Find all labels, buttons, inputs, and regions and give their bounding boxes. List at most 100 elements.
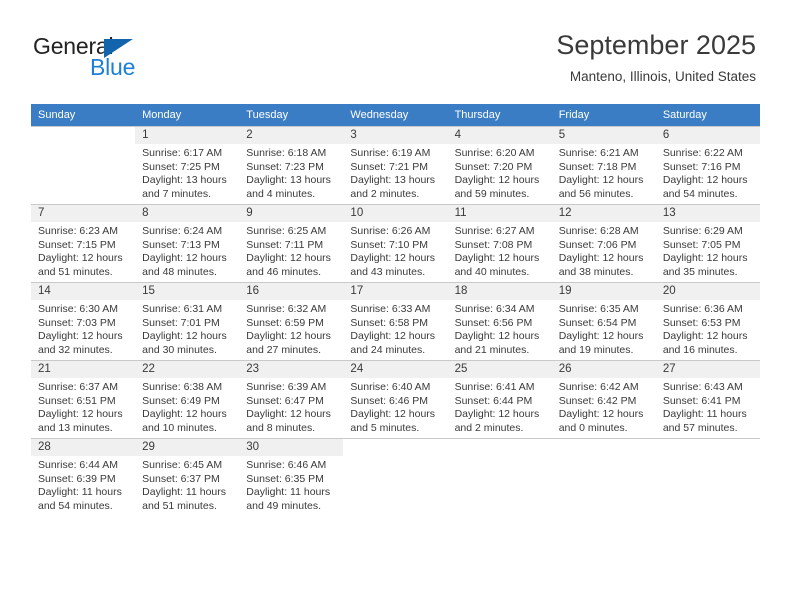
day-cell[interactable]: 20 Sunrise: 6:36 AM Sunset: 6:53 PM Dayligh… bbox=[655, 282, 760, 360]
daylight-duration-line2: and 4 minutes. bbox=[246, 187, 316, 200]
day-details: Sunrise: 6:25 AM Sunset: 7:11 PM Daylight:… bbox=[239, 222, 343, 279]
calendar-cell: 21 Sunrise: 6:37 AM Sunset: 6:51 PM Dayligh… bbox=[31, 360, 136, 438]
day-cell[interactable]: 25 Sunrise: 6:41 AM Sunset: 6:44 PM Dayligh… bbox=[447, 360, 552, 438]
day-number: 9 bbox=[239, 205, 344, 222]
day-cell[interactable]: 5 Sunrise: 6:21 AM Sunset: 7:18 PM Daylight… bbox=[551, 126, 656, 204]
daylight-duration-line2: and 16 minutes. bbox=[662, 343, 738, 356]
daylight-duration-line1: Daylight: 12 hours bbox=[454, 408, 540, 420]
daylight-duration-line2: and 54 minutes. bbox=[662, 187, 738, 200]
daylight-duration-line2: and 38 minutes. bbox=[558, 265, 634, 278]
sunset-time: Sunset: 7:20 PM bbox=[454, 160, 533, 173]
daylight-duration-line1: Daylight: 12 hours bbox=[662, 330, 748, 342]
calendar-cell: 18 Sunrise: 6:34 AM Sunset: 6:56 PM Dayligh… bbox=[447, 282, 552, 360]
weekday-header-thursday: Thursday bbox=[447, 104, 552, 126]
day-number: 21 bbox=[31, 361, 136, 378]
day-details: Sunrise: 6:29 AM Sunset: 7:05 PM Daylight:… bbox=[656, 222, 760, 279]
sunset-time: Sunset: 6:39 PM bbox=[38, 472, 116, 485]
day-number: 20 bbox=[655, 283, 760, 300]
day-cell[interactable]: 30 Sunrise: 6:46 AM Sunset: 6:35 PM Dayligh… bbox=[239, 438, 344, 516]
day-cell[interactable]: 18 Sunrise: 6:34 AM Sunset: 6:56 PM Dayligh… bbox=[447, 282, 552, 360]
day-details: Sunrise: 6:24 AM Sunset: 7:13 PM Daylight:… bbox=[135, 222, 239, 279]
day-cell[interactable]: 29 Sunrise: 6:45 AM Sunset: 6:37 PM Dayligh… bbox=[135, 438, 240, 516]
day-cell[interactable]: 11 Sunrise: 6:27 AM Sunset: 7:08 PM Dayligh… bbox=[447, 204, 552, 282]
day-cell[interactable]: 22 Sunrise: 6:38 AM Sunset: 6:49 PM Dayligh… bbox=[135, 360, 240, 438]
day-cell[interactable]: 28 Sunrise: 6:44 AM Sunset: 6:39 PM Dayligh… bbox=[31, 438, 136, 516]
day-cell[interactable]: 15 Sunrise: 6:31 AM Sunset: 7:01 PM Dayligh… bbox=[135, 282, 240, 360]
day-cell[interactable]: 3 Sunrise: 6:19 AM Sunset: 7:21 PM Daylight… bbox=[343, 126, 448, 204]
day-number: 3 bbox=[343, 127, 448, 144]
day-number: 15 bbox=[135, 283, 240, 300]
day-details: Sunrise: 6:39 AM Sunset: 6:47 PM Daylight:… bbox=[239, 378, 343, 435]
sunset-time: Sunset: 6:42 PM bbox=[558, 394, 637, 407]
day-number: 18 bbox=[447, 283, 552, 300]
day-details: Sunrise: 6:20 AM Sunset: 7:20 PM Daylight:… bbox=[448, 144, 552, 201]
daylight-duration-line2: and 8 minutes. bbox=[246, 421, 316, 434]
daylight-duration-line1: Daylight: 11 hours bbox=[662, 408, 747, 420]
daylight-duration-line2: and 13 minutes. bbox=[38, 421, 113, 434]
day-cell[interactable]: 21 Sunrise: 6:37 AM Sunset: 6:51 PM Dayligh… bbox=[31, 360, 136, 438]
daylight-duration-line2: and 56 minutes. bbox=[558, 187, 634, 200]
daylight-duration-line1: Daylight: 11 hours bbox=[38, 486, 122, 498]
day-details: Sunrise: 6:26 AM Sunset: 7:10 PM Daylight:… bbox=[343, 222, 447, 279]
daylight-duration-line1: Daylight: 12 hours bbox=[454, 330, 540, 342]
day-number: 24 bbox=[343, 361, 448, 378]
sunrise-time: Sunrise: 6:43 AM bbox=[662, 381, 743, 393]
day-number: 29 bbox=[135, 439, 240, 456]
daylight-duration-line2: and 46 minutes. bbox=[246, 265, 321, 278]
day-number: 26 bbox=[551, 361, 656, 378]
daylight-duration-line2: and 51 minutes. bbox=[38, 265, 113, 278]
daylight-duration-line1: Daylight: 12 hours bbox=[142, 330, 227, 342]
sunrise-time: Sunrise: 6:31 AM bbox=[142, 303, 223, 315]
general-blue-logo[interactable]: General Blue bbox=[33, 33, 203, 83]
calendar-cell: 10 Sunrise: 6:26 AM Sunset: 7:10 PM Dayligh… bbox=[343, 204, 448, 282]
day-cell[interactable]: 8 Sunrise: 6:24 AM Sunset: 7:13 PM Daylight… bbox=[135, 204, 240, 282]
calendar-cell: 26 Sunrise: 6:42 AM Sunset: 6:42 PM Dayligh… bbox=[551, 360, 656, 438]
day-cell[interactable]: 6 Sunrise: 6:22 AM Sunset: 7:16 PM Daylight… bbox=[655, 126, 760, 204]
calendar-cell: 9 Sunrise: 6:25 AM Sunset: 7:11 PM Daylight… bbox=[239, 204, 344, 282]
day-details: Sunrise: 6:21 AM Sunset: 7:18 PM Daylight:… bbox=[552, 144, 656, 201]
sunset-time: Sunset: 7:13 PM bbox=[142, 238, 220, 251]
daylight-duration-line1: Daylight: 12 hours bbox=[454, 252, 540, 264]
sunset-time: Sunset: 6:51 PM bbox=[38, 394, 116, 407]
day-cell[interactable]: 1 Sunrise: 6:17 AM Sunset: 7:25 PM Daylight… bbox=[135, 126, 240, 204]
day-cell[interactable]: 17 Sunrise: 6:33 AM Sunset: 6:58 PM Dayligh… bbox=[343, 282, 448, 360]
day-cell[interactable]: 23 Sunrise: 6:39 AM Sunset: 6:47 PM Dayligh… bbox=[239, 360, 344, 438]
sunset-time: Sunset: 7:08 PM bbox=[454, 238, 533, 251]
daylight-duration-line2: and 59 minutes. bbox=[454, 187, 530, 200]
day-details: Sunrise: 6:44 AM Sunset: 6:39 PM Daylight:… bbox=[31, 456, 135, 513]
day-cell[interactable]: 10 Sunrise: 6:26 AM Sunset: 7:10 PM Dayligh… bbox=[343, 204, 448, 282]
day-number: 30 bbox=[239, 439, 344, 456]
day-cell[interactable]: 7 Sunrise: 6:23 AM Sunset: 7:15 PM Daylight… bbox=[31, 204, 136, 282]
day-number: 23 bbox=[239, 361, 344, 378]
sunrise-time: Sunrise: 6:27 AM bbox=[454, 225, 535, 237]
logo-text-blue: Blue bbox=[90, 54, 136, 80]
day-cell[interactable]: 27 Sunrise: 6:43 AM Sunset: 6:41 PM Dayligh… bbox=[655, 360, 760, 438]
day-cell[interactable]: 14 Sunrise: 6:30 AM Sunset: 7:03 PM Dayligh… bbox=[31, 282, 136, 360]
day-details: Sunrise: 6:30 AM Sunset: 7:03 PM Daylight:… bbox=[31, 300, 135, 357]
daylight-duration-line1: Daylight: 12 hours bbox=[350, 408, 436, 420]
daylight-duration-line2: and 19 minutes. bbox=[558, 343, 634, 356]
weekday-header-saturday: Saturday bbox=[655, 104, 760, 126]
daylight-duration-line2: and 5 minutes. bbox=[350, 421, 420, 434]
daylight-duration-line1: Daylight: 11 hours bbox=[246, 486, 331, 498]
day-number: 11 bbox=[447, 205, 552, 222]
day-cell[interactable]: 13 Sunrise: 6:29 AM Sunset: 7:05 PM Dayligh… bbox=[655, 204, 760, 282]
day-cell[interactable]: 26 Sunrise: 6:42 AM Sunset: 6:42 PM Dayligh… bbox=[551, 360, 656, 438]
calendar-cell bbox=[343, 438, 448, 516]
calendar-cell bbox=[551, 438, 656, 516]
day-cell[interactable]: 9 Sunrise: 6:25 AM Sunset: 7:11 PM Daylight… bbox=[239, 204, 344, 282]
daylight-duration-line1: Daylight: 12 hours bbox=[662, 174, 748, 186]
weekday-header-friday: Friday bbox=[551, 104, 656, 126]
day-cell[interactable]: 19 Sunrise: 6:35 AM Sunset: 6:54 PM Dayligh… bbox=[551, 282, 656, 360]
day-cell[interactable]: 24 Sunrise: 6:40 AM Sunset: 6:46 PM Dayligh… bbox=[343, 360, 448, 438]
day-cell[interactable]: 16 Sunrise: 6:32 AM Sunset: 6:59 PM Dayligh… bbox=[239, 282, 344, 360]
day-cell[interactable]: 12 Sunrise: 6:28 AM Sunset: 7:06 PM Dayligh… bbox=[551, 204, 656, 282]
sunrise-time: Sunrise: 6:35 AM bbox=[558, 303, 639, 315]
day-number bbox=[31, 127, 135, 144]
daylight-duration-line1: Daylight: 13 hours bbox=[246, 174, 331, 186]
day-cell[interactable]: 2 Sunrise: 6:18 AM Sunset: 7:23 PM Daylight… bbox=[239, 126, 344, 204]
day-cell[interactable]: 4 Sunrise: 6:20 AM Sunset: 7:20 PM Daylight… bbox=[447, 126, 552, 204]
sunrise-time: Sunrise: 6:45 AM bbox=[142, 459, 223, 471]
day-number: 25 bbox=[447, 361, 552, 378]
daylight-duration-line2: and 2 minutes. bbox=[350, 187, 420, 200]
